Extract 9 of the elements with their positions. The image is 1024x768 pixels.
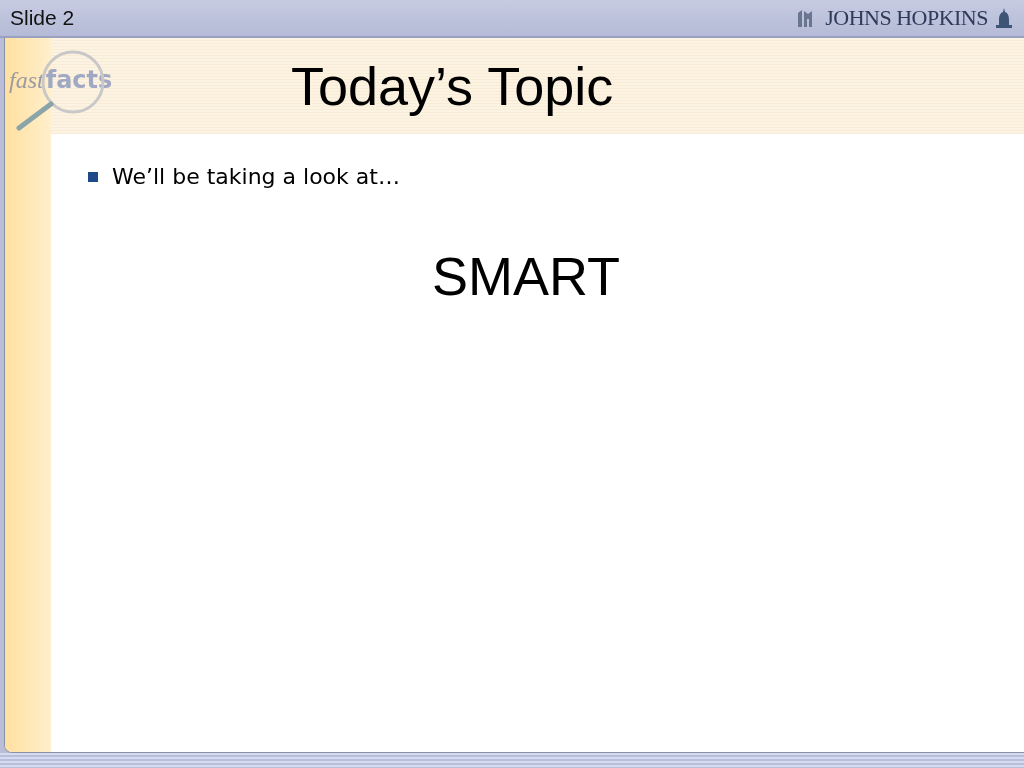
slide-label: Slide 2 — [10, 6, 75, 30]
bullet-text: We’ll be taking a look at… — [112, 164, 400, 189]
logo-text: facts — [45, 66, 113, 94]
bullet-icon — [88, 171, 98, 182]
slide-title: Today’s Topic — [291, 55, 614, 117]
logo-text: JOHNS HOPKINS — [825, 5, 988, 31]
logo-text: fast — [9, 67, 44, 94]
dome-icon — [996, 8, 1012, 28]
emphasis-text: SMART — [432, 245, 620, 307]
